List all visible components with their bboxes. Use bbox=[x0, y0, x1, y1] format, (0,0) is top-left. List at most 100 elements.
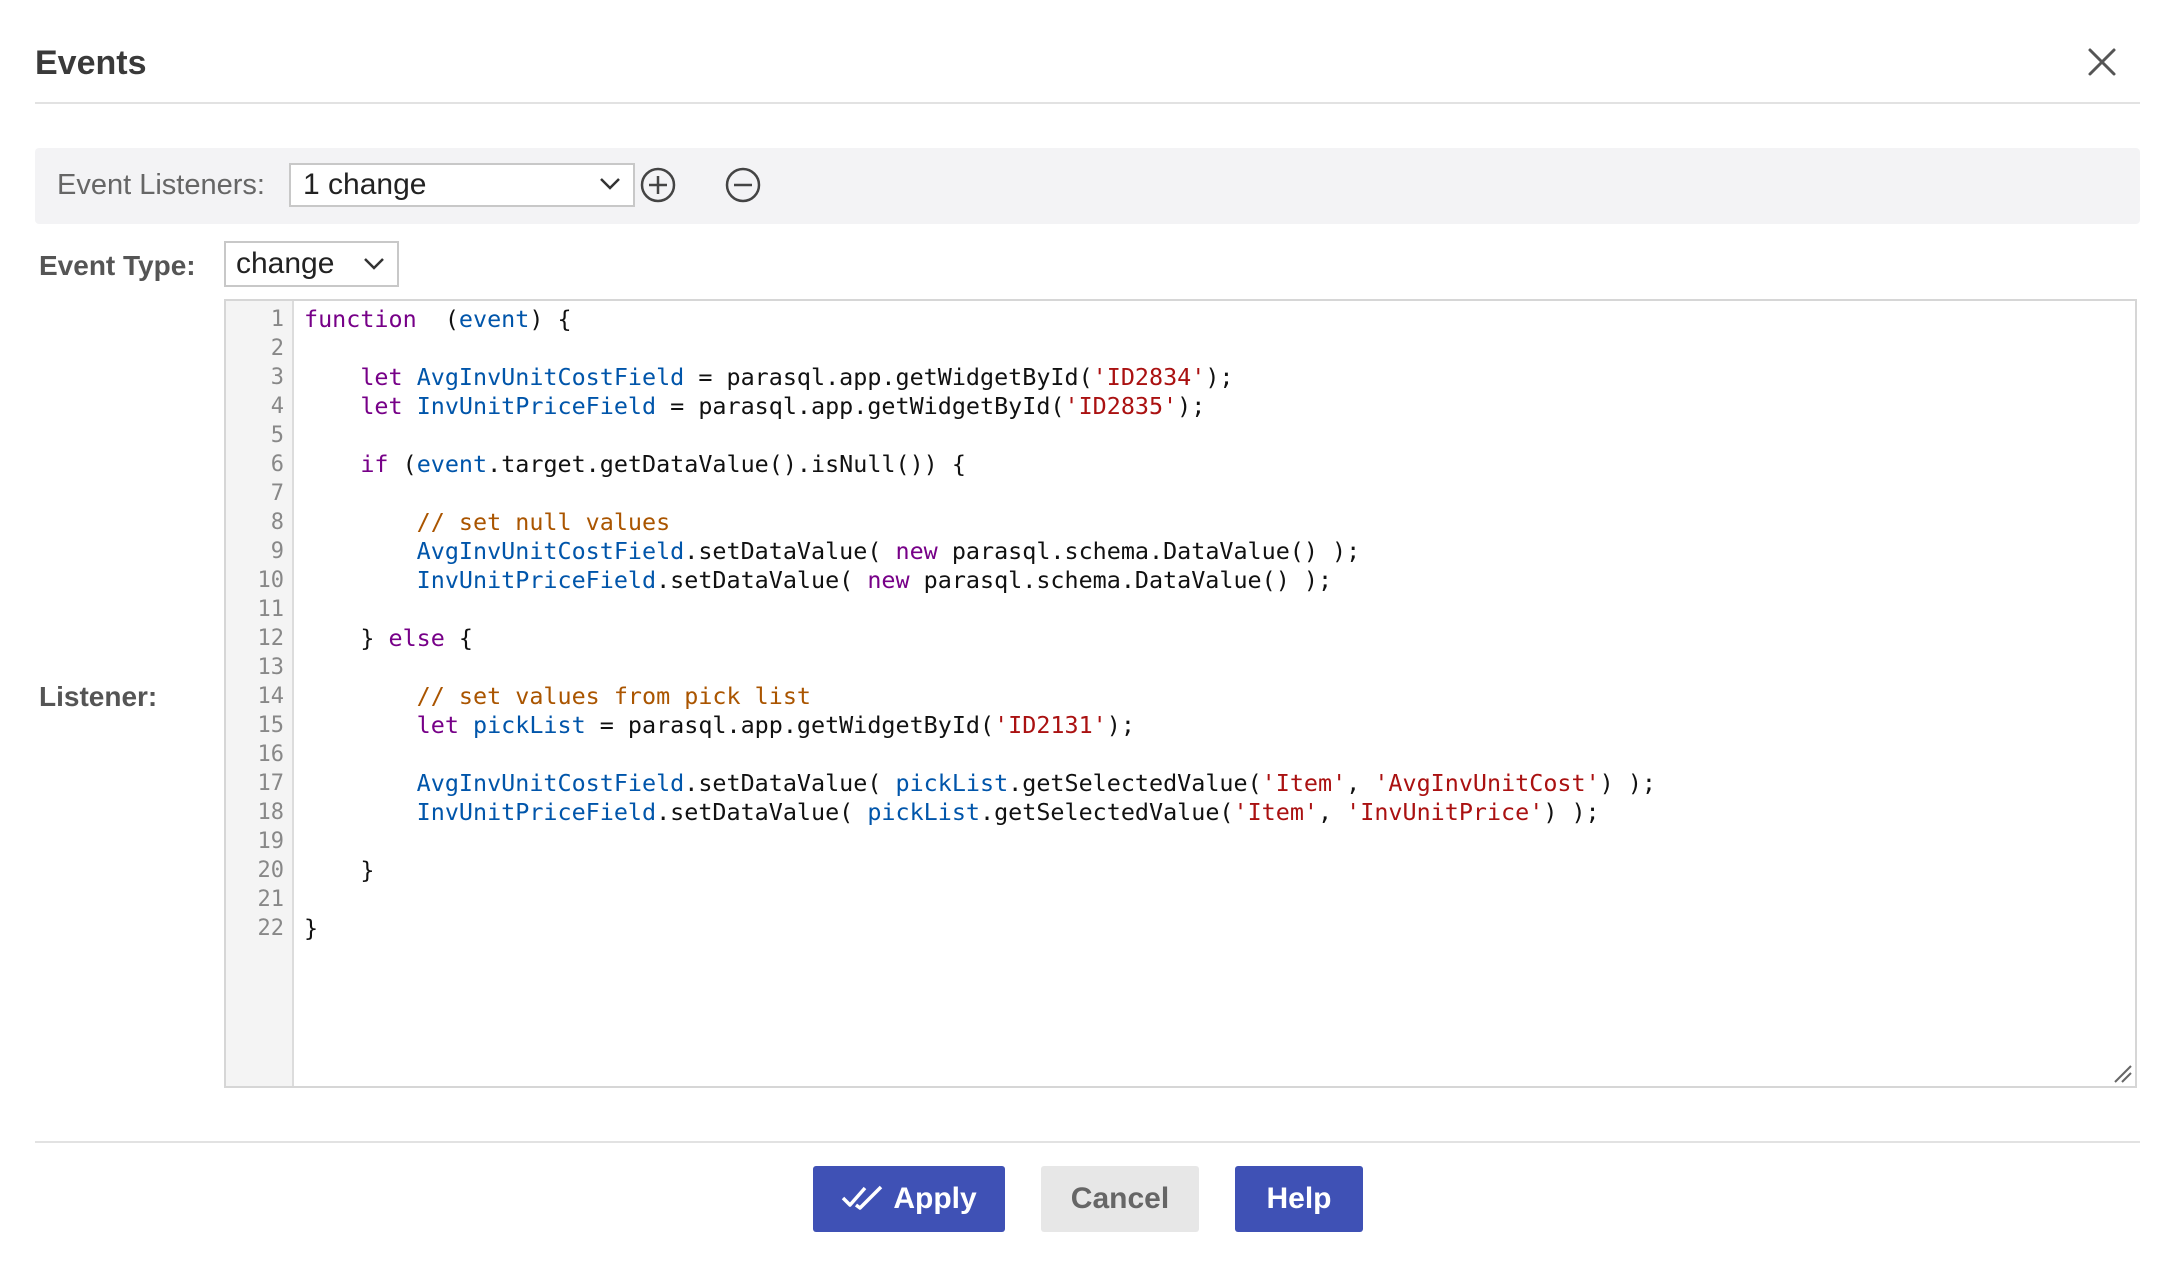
code-token: = parasql.app.getWidgetById( bbox=[585, 711, 995, 739]
code-token: let bbox=[360, 363, 403, 391]
apply-label: Apply bbox=[893, 1182, 977, 1215]
code-line: InvUnitPriceField.setDataValue( new para… bbox=[304, 566, 1332, 595]
events-dialog: Events Event Listeners: 1 change Event T… bbox=[0, 0, 2177, 1280]
line-number: 4 bbox=[270, 394, 284, 419]
dialog-header: Events bbox=[35, 30, 2140, 104]
apply-button[interactable]: Apply bbox=[813, 1166, 1005, 1232]
code-line: } else { bbox=[304, 624, 473, 653]
code-token: { bbox=[444, 624, 474, 652]
cancel-button[interactable]: Cancel bbox=[1041, 1166, 1199, 1232]
minus-circle-icon[interactable] bbox=[723, 165, 763, 205]
code-line: let InvUnitPriceField = parasql.app.getW… bbox=[304, 392, 1205, 421]
double-check-icon bbox=[842, 1185, 883, 1210]
chevron-down-icon bbox=[364, 258, 384, 270]
help-button[interactable]: Help bbox=[1235, 1166, 1363, 1232]
event-type-label: Event Type: bbox=[39, 250, 196, 281]
code-token: AvgInvUnitCostField bbox=[416, 537, 685, 565]
listener-label: Listener: bbox=[39, 681, 158, 712]
line-number: 13 bbox=[257, 655, 285, 680]
line-number: 8 bbox=[270, 510, 284, 535]
code-content[interactable]: function (event) { let AvgInvUnitCostFie… bbox=[304, 301, 2125, 1086]
line-number: 20 bbox=[257, 858, 285, 883]
code-token: let bbox=[360, 392, 403, 420]
line-number: 22 bbox=[257, 916, 285, 941]
code-token: parasql.schema.DataValue() ); bbox=[937, 537, 1361, 565]
code-token: 'InvUnitPrice' bbox=[1346, 798, 1544, 826]
code-token: } bbox=[304, 856, 375, 884]
code-line: // set values from pick list bbox=[304, 682, 811, 711]
code-token: new bbox=[895, 537, 938, 565]
code-token: 'Item' bbox=[1261, 769, 1347, 797]
line-number: 21 bbox=[257, 887, 285, 912]
code-token: , bbox=[1346, 769, 1375, 797]
event-type-selected-value: change bbox=[236, 247, 335, 280]
line-number: 17 bbox=[257, 771, 285, 796]
dialog-title: Events bbox=[35, 44, 147, 82]
code-token: if bbox=[360, 450, 389, 478]
code-line: let AvgInvUnitCostField = parasql.app.ge… bbox=[304, 363, 1234, 392]
close-icon[interactable] bbox=[2084, 44, 2120, 80]
code-line: } bbox=[304, 914, 318, 943]
code-token: = parasql.app.getWidgetById( bbox=[684, 363, 1093, 391]
code-token: ) ); bbox=[1599, 769, 1656, 797]
line-number-gutter: 1 2 3 4 5 6 7 8 9 10 11 12 13 14 15 16 17 18 19 20 21 22 bbox=[226, 301, 294, 1086]
code-token: AvgInvUnitCostField bbox=[416, 769, 685, 797]
code-token: .target.getDataValue().isNull()) { bbox=[487, 450, 966, 478]
plus-circle-icon[interactable] bbox=[638, 165, 678, 205]
code-token: // set values from pick list bbox=[416, 682, 811, 710]
code-line: function (event) { bbox=[304, 305, 572, 334]
line-number: 1 bbox=[270, 307, 284, 332]
code-token: else bbox=[388, 624, 445, 652]
code-token: } bbox=[304, 624, 389, 652]
code-token: ); bbox=[1106, 711, 1135, 739]
code-token: , bbox=[1317, 798, 1347, 826]
code-token: 'ID2834' bbox=[1092, 363, 1206, 391]
code-token: .setDataValue( bbox=[656, 798, 868, 826]
code-token: ) ); bbox=[1543, 798, 1600, 826]
code-line: AvgInvUnitCostField.setDataValue( new pa… bbox=[304, 537, 1361, 566]
resize-handle-icon[interactable] bbox=[2111, 1062, 2133, 1084]
line-number: 5 bbox=[270, 423, 284, 448]
code-line: AvgInvUnitCostField.setDataValue( pickLi… bbox=[304, 769, 1656, 798]
event-listeners-selected-value: 1 change bbox=[303, 168, 427, 201]
code-token: // set null values bbox=[416, 508, 671, 536]
line-number: 15 bbox=[257, 713, 285, 738]
line-number: 16 bbox=[257, 742, 285, 767]
code-token: ( bbox=[388, 450, 417, 478]
event-listeners-label: Event Listeners: bbox=[57, 169, 265, 201]
code-token: ); bbox=[1205, 363, 1234, 391]
code-token: 'ID2835' bbox=[1064, 392, 1178, 420]
code-token: 'Item' bbox=[1233, 798, 1318, 826]
code-token: .setDataValue( bbox=[684, 769, 896, 797]
code-token: .getSelectedValue( bbox=[980, 798, 1234, 826]
code-token: InvUnitPriceField bbox=[416, 566, 657, 594]
event-listeners-select[interactable]: 1 change bbox=[289, 163, 635, 207]
code-token: pickList bbox=[867, 798, 980, 826]
line-number: 11 bbox=[257, 597, 285, 622]
code-token: .setDataValue( bbox=[684, 537, 896, 565]
code-line: InvUnitPriceField.setDataValue( pickList… bbox=[304, 798, 1600, 827]
code-token: event bbox=[416, 450, 488, 478]
code-token: new bbox=[867, 566, 910, 594]
line-number: 6 bbox=[270, 452, 284, 477]
event-type-select[interactable]: change bbox=[224, 241, 399, 287]
line-number: 19 bbox=[257, 829, 285, 854]
code-token: = parasql.app.getWidgetById( bbox=[656, 392, 1065, 420]
line-number: 7 bbox=[270, 481, 284, 506]
line-number: 2 bbox=[270, 336, 284, 361]
footer-divider bbox=[35, 1141, 2140, 1143]
code-token: ) { bbox=[529, 305, 572, 333]
code-line: } bbox=[304, 856, 374, 885]
code-editor[interactable]: 1 2 3 4 5 6 7 8 9 10 11 12 13 14 15 16 17 18 19 20 21 22 func… bbox=[224, 299, 2137, 1088]
code-token: InvUnitPriceField bbox=[416, 392, 657, 420]
code-token: pickList bbox=[473, 711, 586, 739]
